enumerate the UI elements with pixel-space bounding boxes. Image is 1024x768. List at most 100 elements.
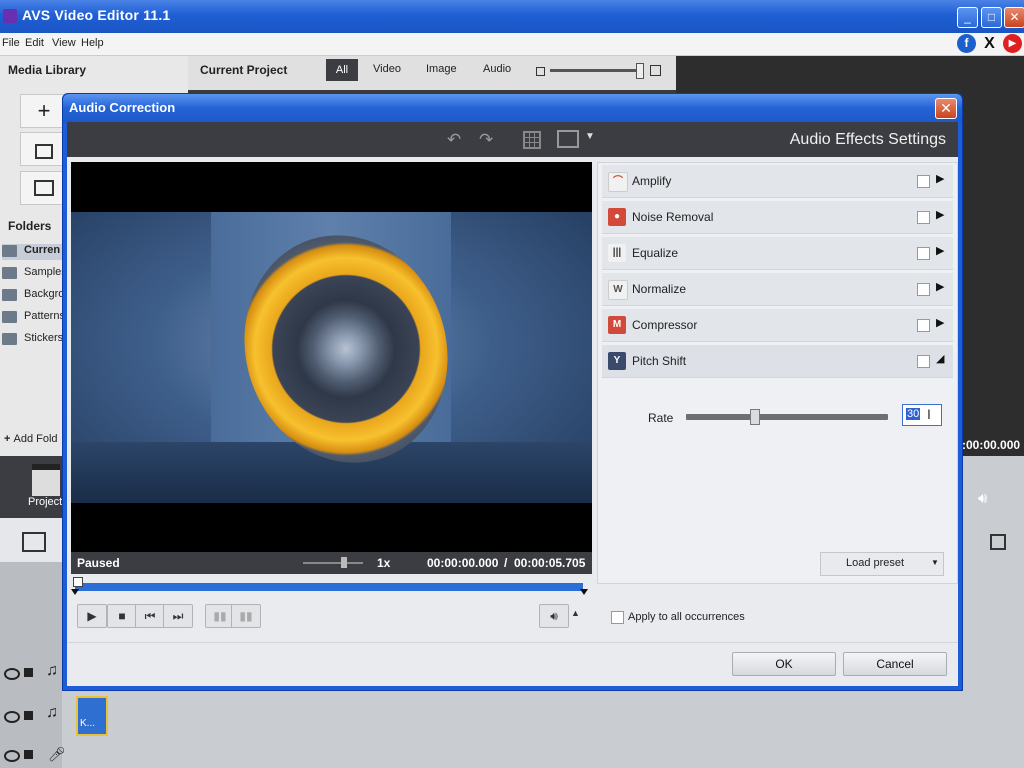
filter-image-button[interactable]: Image xyxy=(426,63,457,75)
expand-arrow-icon[interactable]: ▶ xyxy=(936,244,944,257)
chevron-down-icon[interactable]: ▼ xyxy=(585,131,595,142)
speed-value: 1x xyxy=(377,556,391,570)
effect-checkbox[interactable] xyxy=(917,283,930,296)
folder-icon xyxy=(2,311,17,323)
folder-icon xyxy=(2,289,17,301)
seek-handle[interactable] xyxy=(73,577,83,587)
text-cursor-icon: I xyxy=(927,406,931,422)
minimize-button[interactable]: _ xyxy=(957,7,978,28)
rate-slider-handle[interactable] xyxy=(750,409,760,425)
volume-icon[interactable]: 🔊︎ xyxy=(978,490,987,507)
lock-icon[interactable] xyxy=(24,711,33,720)
collapse-arrow-icon[interactable]: ◢ xyxy=(936,352,944,365)
effect-checkbox[interactable] xyxy=(917,247,930,260)
effect-checkbox[interactable] xyxy=(917,175,930,188)
filter-all-button[interactable]: All xyxy=(326,59,358,81)
menu-edit[interactable]: Edit xyxy=(25,37,44,49)
stop-button[interactable]: ■ xyxy=(107,604,137,628)
effect-checkbox[interactable] xyxy=(917,319,930,332)
menu-view[interactable]: View xyxy=(52,37,76,49)
normalize-icon: W xyxy=(608,280,628,300)
eye-icon[interactable] xyxy=(4,668,20,680)
compressor-icon: M xyxy=(608,316,626,334)
fit-timeline-icon[interactable] xyxy=(990,534,1006,550)
eye-icon[interactable] xyxy=(4,711,20,723)
play-button[interactable]: ▶ xyxy=(77,604,107,628)
maximize-button[interactable]: □ xyxy=(981,7,1002,28)
menu-file[interactable]: File xyxy=(2,37,20,49)
noise-removal-icon: ● xyxy=(608,208,626,226)
seek-start-marker xyxy=(71,589,79,595)
ok-button[interactable]: OK xyxy=(732,652,836,676)
effect-noise-removal[interactable]: ● Noise Removal ▶ xyxy=(602,201,953,234)
preview-frame xyxy=(71,212,592,503)
right-time-display: :00:00.000 xyxy=(962,438,1021,452)
lock-icon[interactable] xyxy=(24,668,33,677)
amplify-icon: ⌒ xyxy=(608,172,628,192)
dialog-title: Audio Correction xyxy=(69,100,176,115)
dialog-close-button[interactable]: ✕ xyxy=(935,98,957,119)
effect-normalize[interactable]: W Normalize ▶ xyxy=(602,273,953,306)
effect-checkbox[interactable] xyxy=(917,355,930,368)
chevron-down-icon: ▼ xyxy=(931,558,939,567)
filter-video-button[interactable]: Video xyxy=(373,63,401,75)
redo-icon[interactable]: ↷ xyxy=(479,130,493,150)
seek-track xyxy=(75,583,583,591)
zoom-slider[interactable] xyxy=(536,63,664,79)
lock-icon[interactable] xyxy=(24,750,33,759)
rate-slider[interactable] xyxy=(686,409,888,425)
rate-value: 30 xyxy=(906,408,921,420)
apply-all-checkbox[interactable] xyxy=(611,611,624,624)
media-library-header: Media Library xyxy=(8,63,87,77)
volume-arrow-icon[interactable]: ▲ xyxy=(571,608,580,618)
folder-item[interactable]: Curren xyxy=(2,244,62,260)
monitor-icon xyxy=(34,180,54,196)
effect-amplify[interactable]: ⌒ Amplify ▶ xyxy=(602,165,953,198)
effect-pitch-shift[interactable]: Y Pitch Shift ◢ xyxy=(602,345,953,378)
effect-equalize[interactable]: ||| Equalize ▶ xyxy=(602,237,953,270)
load-preset-dropdown[interactable]: Load preset ▼ xyxy=(820,552,944,576)
x-icon[interactable]: X xyxy=(980,34,999,53)
grid-icon[interactable] xyxy=(523,131,541,149)
app-title-bar: AVS Video Editor 11.1 _ □ ✕ xyxy=(0,0,1024,33)
effect-checkbox[interactable] xyxy=(917,211,930,224)
expand-arrow-icon[interactable]: ▶ xyxy=(936,172,944,185)
current-project-title: Current Project xyxy=(200,63,288,77)
expand-arrow-icon[interactable]: ▶ xyxy=(936,280,944,293)
youtube-icon[interactable]: ▶ xyxy=(1003,34,1022,53)
undo-icon[interactable]: ↶ xyxy=(447,130,461,150)
screen-capture-button[interactable] xyxy=(20,171,68,205)
seek-bar[interactable] xyxy=(71,577,592,595)
add-folder-button[interactable]: + Add Fold xyxy=(4,429,64,449)
rate-input[interactable]: 30 I xyxy=(902,404,942,426)
dialog-body: ↶ ↷ ▼ Audio Effects Settings Paused 1x 0… xyxy=(67,122,958,686)
monitor-icon[interactable] xyxy=(557,130,579,148)
rate-label: Rate xyxy=(648,411,674,425)
menu-help[interactable]: Help xyxy=(81,37,104,49)
audio-clip[interactable]: K... xyxy=(76,696,108,736)
effect-compressor[interactable]: M Compressor ▶ xyxy=(602,309,953,342)
facebook-icon[interactable]: f xyxy=(957,34,976,53)
project-icon[interactable] xyxy=(32,464,60,496)
storyboard-icon[interactable] xyxy=(22,532,46,552)
cancel-button[interactable]: Cancel xyxy=(843,652,947,676)
volume-button[interactable]: 🔊︎ xyxy=(539,604,569,628)
equalize-icon: ||| xyxy=(608,244,626,262)
expand-arrow-icon[interactable]: ▶ xyxy=(936,316,944,329)
filter-audio-button[interactable]: Audio xyxy=(483,63,511,75)
video-preview[interactable] xyxy=(71,162,592,552)
apply-all-label: Apply to all occurrences xyxy=(628,611,745,623)
audio-correction-dialog: Audio Correction ✕ ↶ ↷ ▼ Audio Effects S… xyxy=(62,93,963,691)
dialog-toolbar: ↶ ↷ ▼ Audio Effects Settings xyxy=(67,122,958,157)
video-capture-button[interactable] xyxy=(20,132,68,166)
expand-arrow-icon[interactable]: ▶ xyxy=(936,208,944,221)
close-button[interactable]: ✕ xyxy=(1004,7,1024,28)
add-media-button[interactable]: + xyxy=(20,94,68,128)
next-frame-button[interactable]: ⏭ xyxy=(163,604,193,628)
folder-icon xyxy=(2,245,17,257)
seek-end-marker xyxy=(580,589,588,595)
speed-slider[interactable] xyxy=(303,557,363,568)
eye-icon[interactable] xyxy=(4,750,20,762)
mark-out-button[interactable]: ▮▮ xyxy=(231,604,261,628)
previous-frame-button[interactable]: ⏮ xyxy=(135,604,165,628)
